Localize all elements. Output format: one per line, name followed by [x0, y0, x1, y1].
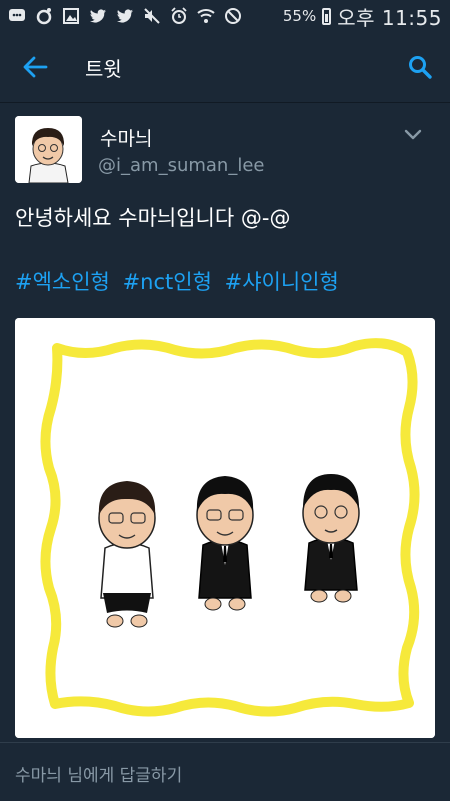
doll-figure: [98, 481, 156, 628]
status-right: 55% 오후 11:55: [283, 2, 442, 31]
search-icon: [409, 56, 432, 79]
author-name[interactable]: 수마늬: [100, 124, 152, 151]
status-icons: [8, 7, 242, 25]
status-bar: 55% 오후 11:55: [0, 0, 450, 32]
app-bar: 트윗: [0, 32, 450, 103]
wifi-icon: [197, 7, 215, 25]
tweet-image[interactable]: [15, 318, 435, 738]
gallery-icon: [62, 7, 80, 25]
page-title: 트윗: [85, 56, 122, 81]
reply-bar[interactable]: 수마늬 님에게 답글하기: [0, 742, 450, 801]
chat-icon: [8, 7, 26, 25]
chevron-down-icon[interactable]: [401, 122, 425, 146]
hashtag-link[interactable]: #엑소인형: [15, 270, 110, 294]
hashtag-link[interactable]: #샤이니인형: [225, 270, 339, 294]
avatar-image: [15, 116, 82, 183]
back-button[interactable]: [0, 32, 70, 102]
battery-icon: [322, 7, 332, 25]
twitter-icon: [116, 7, 134, 25]
avatar[interactable]: [15, 116, 82, 183]
search-button[interactable]: [390, 32, 450, 102]
reply-input[interactable]: 수마늬 님에게 답글하기: [15, 761, 182, 786]
author-handle[interactable]: @i_am_suman_lee: [98, 155, 264, 176]
record-icon: [35, 7, 53, 25]
battery-percent: 55%: [282, 7, 317, 25]
hashtag-link[interactable]: #nct인형: [123, 270, 212, 294]
tweet-header: 수마늬 @i_am_suman_lee: [15, 116, 435, 186]
arrow-left-icon: [23, 56, 48, 78]
blocked-icon: [224, 7, 242, 25]
clock: 오후 11:55: [337, 5, 442, 30]
twitter-icon: [89, 7, 107, 25]
tweet-hashtags: #엑소인형 #nct인형 #샤이니인형: [15, 266, 345, 296]
tweet-text: 안녕하세요 수마늬입니다 @-@: [15, 206, 291, 230]
alarm-icon: [170, 7, 188, 25]
mute-icon: [143, 7, 161, 25]
doll-illustration: [15, 318, 435, 738]
